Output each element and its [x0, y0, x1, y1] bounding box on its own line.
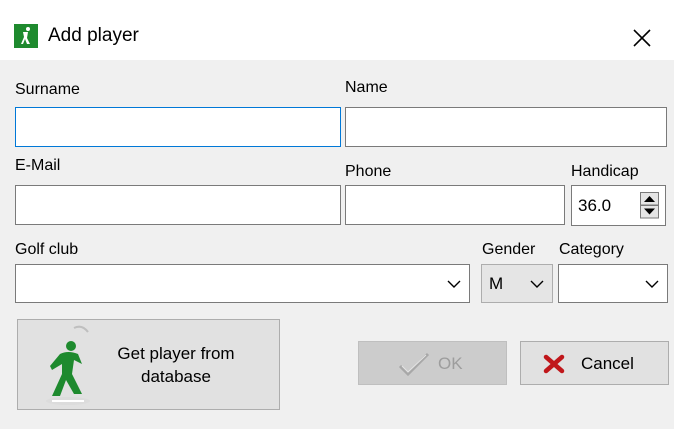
close-icon[interactable] [624, 20, 660, 56]
cancel-label: Cancel [581, 354, 634, 373]
category-label: Category [559, 241, 624, 258]
ok-button[interactable]: OK [358, 341, 507, 385]
get-player-from-database-button[interactable]: Get player from database [17, 319, 280, 410]
gender-value: M [489, 274, 504, 293]
checkmark-icon [398, 352, 430, 377]
chevron-down-icon [645, 280, 659, 288]
get-player-label: Get player from database [117, 344, 235, 386]
spin-arrows-icon[interactable] [640, 192, 659, 219]
handicap-value: 36.0 [578, 196, 612, 215]
surname-label: Surname [15, 81, 80, 98]
cancel-button[interactable]: Cancel [520, 341, 669, 385]
golf-club-label: Golf club [15, 241, 79, 258]
category-select[interactable] [558, 264, 668, 303]
phone-field[interactable] [345, 185, 565, 225]
chevron-down-icon [447, 280, 461, 288]
email-field[interactable] [15, 185, 341, 225]
surname-field[interactable] [15, 107, 341, 147]
title-bar: Add player [0, 0, 674, 60]
phone-label: Phone [345, 163, 392, 180]
email-label: E-Mail [15, 157, 61, 174]
golfer-swing-icon [46, 325, 90, 405]
chevron-down-icon [530, 280, 544, 288]
ok-label: OK [438, 354, 463, 373]
red-x-icon [543, 354, 565, 374]
gender-label: Gender [482, 241, 536, 258]
handicap-stepper[interactable]: 36.0 [571, 185, 666, 226]
golf-club-select[interactable] [15, 264, 470, 303]
window-title: Add player [48, 25, 139, 46]
handicap-label: Handicap [571, 163, 639, 180]
golfer-icon [14, 24, 38, 48]
gender-select[interactable]: M [481, 264, 553, 303]
name-label: Name [345, 79, 388, 96]
name-field[interactable] [345, 107, 667, 147]
